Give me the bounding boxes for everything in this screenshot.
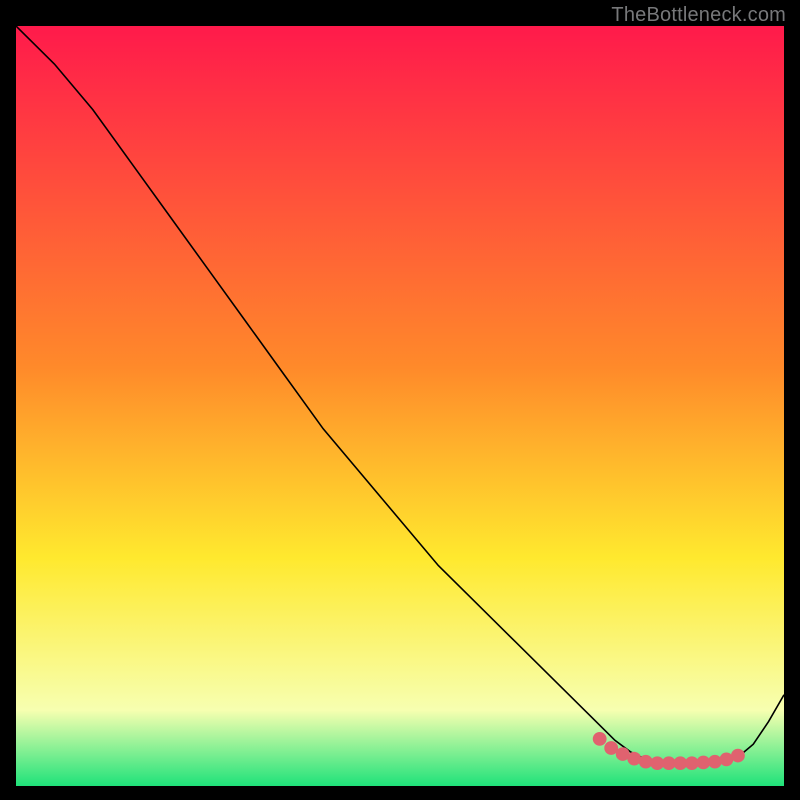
chart-frame: TheBottleneck.com xyxy=(0,0,800,800)
bottleneck-chart xyxy=(16,26,784,786)
gradient-background xyxy=(16,26,784,786)
watermark-text: TheBottleneck.com xyxy=(611,4,786,27)
marker-point xyxy=(708,755,722,769)
marker-point xyxy=(731,749,745,763)
marker-point xyxy=(593,732,607,746)
